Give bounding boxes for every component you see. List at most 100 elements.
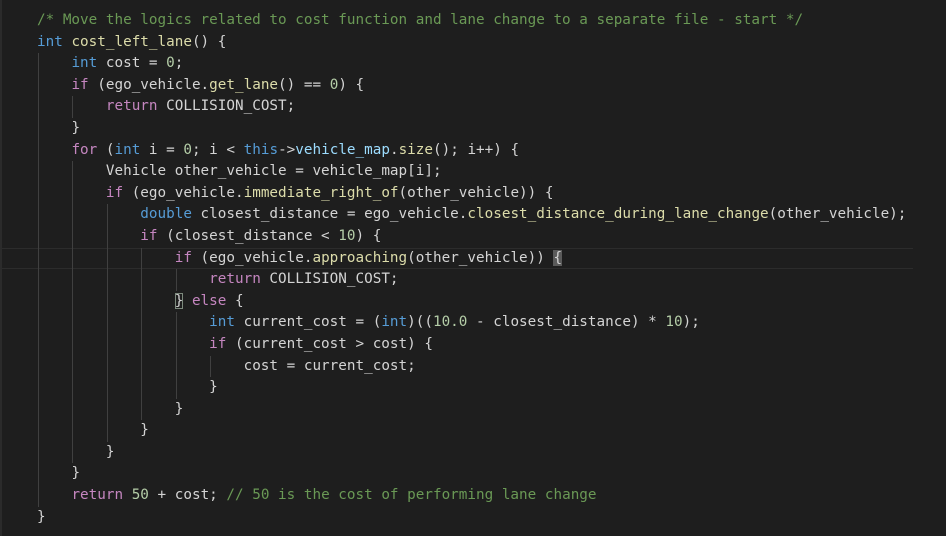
indent-guide <box>106 247 108 270</box>
code-token: (current_cost > cost) { <box>226 335 433 352</box>
code-token: ); <box>682 314 700 331</box>
indent-guide <box>72 161 74 183</box>
indent-guide <box>106 377 108 399</box>
code-line[interactable]: /* Move the logics related to cost funct… <box>2 10 913 32</box>
indent-guide <box>38 333 39 356</box>
indent-guide <box>38 398 39 421</box>
code-line[interactable]: } <box>2 507 913 529</box>
indent-guide <box>72 420 74 442</box>
indent-guide <box>38 182 39 205</box>
code-token: int <box>381 314 408 331</box>
code-line[interactable]: int cost = 0; <box>2 53 913 75</box>
code-token: (other_vehicle)) { <box>398 184 554 201</box>
code-token: ( <box>97 141 115 158</box>
code-line[interactable]: } <box>2 377 913 399</box>
indent-guide <box>72 441 74 464</box>
code-token: COLLISION_COST; <box>157 98 296 115</box>
indent-guide <box>141 333 143 356</box>
indent-guide <box>72 333 74 356</box>
indent-guide <box>72 182 74 205</box>
code-line[interactable]: if (closest_distance < 10) { <box>2 225 913 248</box>
code-line[interactable]: if (ego_vehicle.get_lane() == 0) { <box>2 74 913 97</box>
indent-guide <box>106 204 108 226</box>
matching-bracket: { <box>553 249 563 266</box>
indent-guide <box>38 247 39 270</box>
code-token: Vehicle other_vehicle = vehicle_map[i]; <box>105 163 442 180</box>
indent-guide <box>72 398 74 421</box>
code-token: 10 <box>665 314 683 331</box>
code-token: } <box>140 422 149 439</box>
indent-guide <box>141 355 143 378</box>
code-line[interactable]: if (ego_vehicle.immediate_right_of(other… <box>2 182 913 205</box>
code-token: (ego_vehicle. <box>88 76 210 93</box>
indent-guide <box>141 377 143 399</box>
indent-guide <box>106 290 108 313</box>
code-token: + cost; <box>148 487 227 504</box>
code-token: int <box>37 33 63 50</box>
code-token: ; <box>174 55 184 72</box>
code-line[interactable]: for (int i = 0; i < this->vehicle_map.si… <box>2 139 913 162</box>
code-line[interactable]: } <box>2 398 913 421</box>
code-token: get_lane <box>209 76 279 93</box>
code-token: closest_distance_during_lane_change <box>467 206 769 223</box>
code-line[interactable]: } <box>2 420 913 442</box>
indent-guide <box>72 96 74 118</box>
code-line[interactable]: cost = current_cost; <box>2 355 913 378</box>
code-line[interactable]: return 50 + cost; // 50 is the cost of p… <box>2 485 913 507</box>
code-token: immediate_right_of <box>243 184 399 201</box>
code-token: this <box>243 141 279 158</box>
code-line[interactable]: } else { <box>2 290 913 313</box>
code-token: int <box>114 141 141 158</box>
code-token: if <box>209 335 227 352</box>
indent-guide <box>141 398 143 421</box>
code-line[interactable]: if (ego_vehicle.approaching(other_vehicl… <box>2 247 913 270</box>
code-token: for <box>71 141 98 158</box>
code-line[interactable]: } <box>2 463 913 486</box>
code-token: closest_distance = ego_vehicle. <box>191 206 468 223</box>
code-line[interactable]: int current_cost = (int)((10.0 - closest… <box>2 312 913 334</box>
code-line[interactable]: double closest_distance = ego_vehicle.cl… <box>2 204 913 226</box>
code-line[interactable]: Vehicle other_vehicle = vehicle_map[i]; <box>2 161 913 183</box>
code-area[interactable]: /* Move the logics related to cost funct… <box>37 10 913 528</box>
code-token: -> <box>278 141 296 158</box>
indent-guide <box>106 312 108 334</box>
code-token: if <box>105 184 124 201</box>
code-editor[interactable]: /* Move the logics related to cost funct… <box>0 0 946 536</box>
code-token: )(( <box>407 314 433 331</box>
code-token: cost = <box>97 55 167 72</box>
indent-guide <box>38 96 39 118</box>
code-token: // 50 is the cost of performing lane cha… <box>226 487 597 504</box>
code-token: 10 <box>338 227 356 244</box>
code-line[interactable]: if (current_cost > cost) { <box>2 333 913 356</box>
indent-guide <box>72 269 74 291</box>
indent-guide <box>38 377 39 399</box>
code-token: ) { <box>355 227 382 244</box>
code-token: if <box>71 76 89 93</box>
indent-guide <box>106 398 108 421</box>
code-token: /* Move the logics related to cost funct… <box>37 12 804 28</box>
code-line[interactable]: } <box>2 441 913 464</box>
indent-guide <box>175 312 177 334</box>
code-line[interactable]: } <box>2 117 913 140</box>
indent-guide <box>210 355 212 378</box>
code-token: () { <box>191 33 227 50</box>
indent-guide <box>38 441 39 464</box>
code-token: 0 <box>183 141 192 158</box>
code-token: int <box>209 314 235 331</box>
indent-guide <box>106 420 108 442</box>
code-line[interactable]: int cost_left_lane() { <box>2 32 913 54</box>
indent-guide <box>38 355 39 378</box>
code-token: COLLISION_COST; <box>260 271 399 288</box>
indent-guide <box>38 225 39 248</box>
code-token: } <box>37 508 46 525</box>
code-token: ) { <box>338 76 365 93</box>
indent-guide <box>141 247 143 270</box>
code-token: if <box>174 249 192 266</box>
code-token: ; i < <box>191 141 244 158</box>
code-line[interactable]: return COLLISION_COST; <box>2 269 913 291</box>
indent-guide <box>38 290 39 313</box>
code-token: () == <box>278 76 330 93</box>
code-token: 0 <box>166 55 175 72</box>
code-token: } <box>209 379 218 396</box>
code-line[interactable]: return COLLISION_COST; <box>2 96 913 118</box>
